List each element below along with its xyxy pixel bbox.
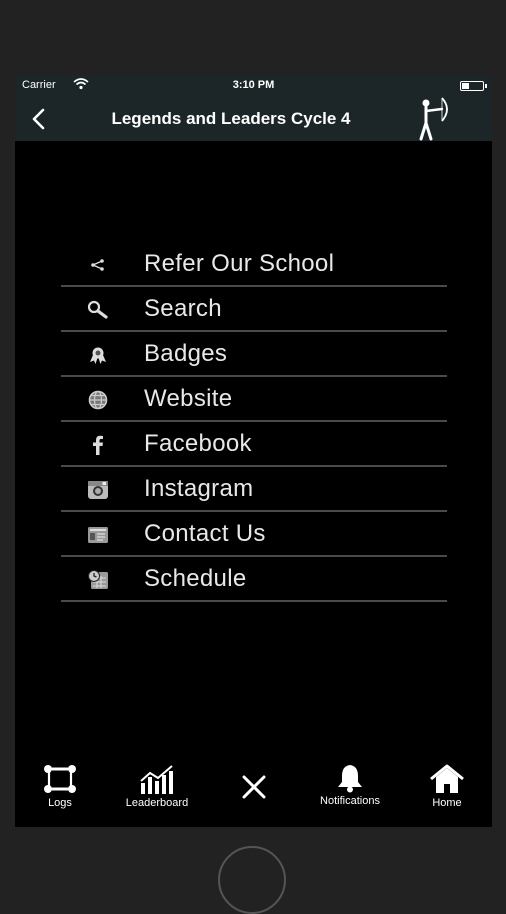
status-bar: Carrier 3:10 PM [15,75,492,97]
tab-label: Logs [48,797,72,809]
search-icon [86,298,110,322]
menu-item-facebook[interactable]: Facebook [61,422,447,467]
scroll-icon [44,765,76,793]
tab-close[interactable] [214,763,294,823]
menu-item-contact-us[interactable]: Contact Us [61,512,447,557]
device-home-button[interactable] [218,846,286,914]
close-icon [242,775,266,799]
calendar-clock-icon [86,568,110,592]
menu-list: Refer Our School Search Badges Website F… [61,242,447,602]
tab-label: Notifications [320,795,380,807]
facebook-icon [86,433,110,457]
home-icon [430,764,464,793]
menu-item-label: Website [144,385,233,412]
menu-item-refer-our-school[interactable]: Refer Our School [61,242,447,287]
menu-item-label: Facebook [144,430,252,457]
bell-icon [338,765,362,793]
tab-label: Home [432,797,462,809]
tab-label: Leaderboard [125,797,189,809]
globe-icon [86,388,110,412]
nav-bar: Legends and Leaders Cycle 4 [15,97,492,141]
instagram-icon [86,478,110,502]
phone-screen: Carrier 3:10 PM Legends and Leaders Cycl… [15,75,492,827]
tab-leaderboard[interactable]: Leaderboard [117,763,197,823]
menu-item-label: Schedule [144,565,247,592]
share-icon [86,253,110,277]
menu-item-label: Refer Our School [144,250,335,277]
tab-notifications[interactable]: Notifications [310,763,390,823]
battery-icon [460,81,487,91]
menu-item-label: Badges [144,340,228,367]
contact-card-icon [86,523,110,547]
menu-item-website[interactable]: Website [61,377,447,422]
tab-bar: Logs Leaderboard Notifications Home [15,755,492,827]
menu-item-label: Contact Us [144,520,266,547]
tab-logs[interactable]: Logs [20,763,100,823]
bar-chart-icon [140,765,173,794]
menu-item-search[interactable]: Search [61,287,447,332]
page-title: Legends and Leaders Cycle 4 [111,109,351,128]
archer-logo-icon [419,97,448,141]
menu-item-label: Instagram [144,475,254,502]
menu-item-schedule[interactable]: Schedule [61,557,447,602]
menu-item-label: Search [144,295,222,322]
badge-icon [86,343,110,367]
status-time: 3:10 PM [232,79,275,91]
menu-item-instagram[interactable]: Instagram [61,467,447,512]
menu-item-badges[interactable]: Badges [61,332,447,377]
tab-home[interactable]: Home [407,763,487,823]
